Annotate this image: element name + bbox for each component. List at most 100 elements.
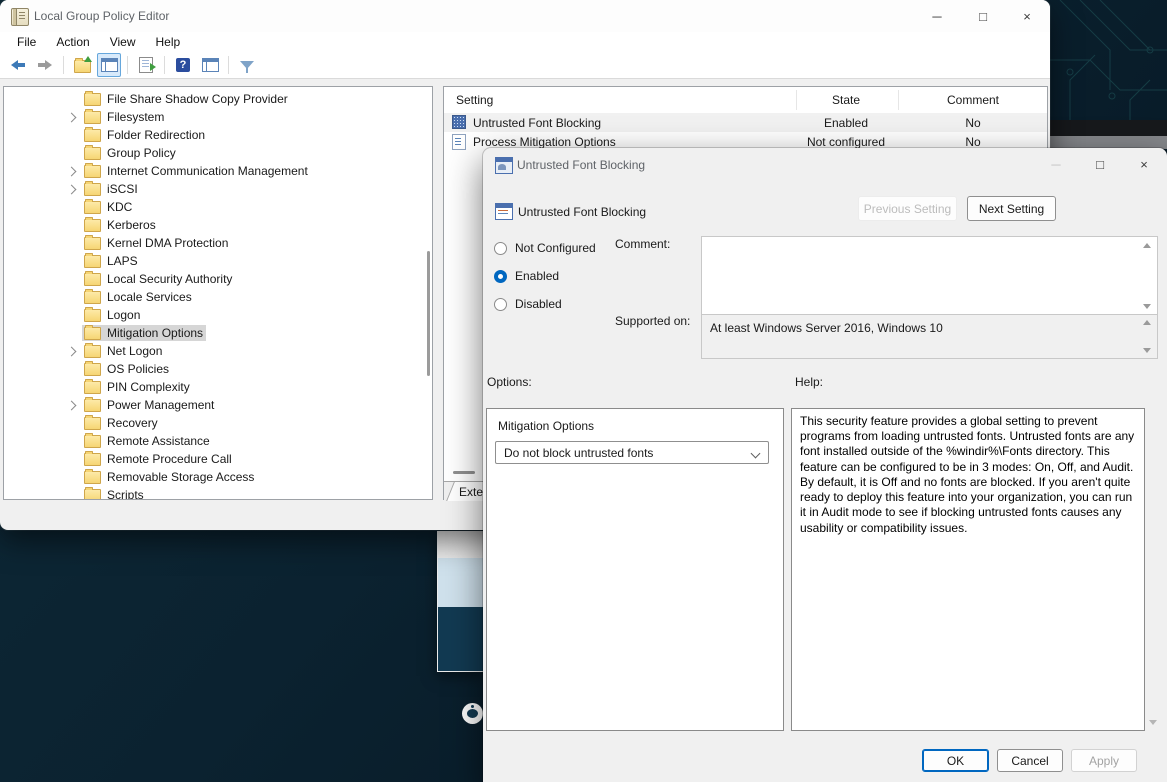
- radio-icon[interactable]: [494, 269, 507, 283]
- radio-icon[interactable]: [494, 297, 507, 311]
- radio-enabled[interactable]: Enabled: [494, 269, 559, 283]
- export-list-icon[interactable]: [134, 53, 158, 77]
- menu-action[interactable]: Action: [47, 33, 98, 51]
- list-doc-icon: [452, 134, 466, 150]
- close-button[interactable]: ×: [1004, 0, 1050, 32]
- dialog-close-button[interactable]: ×: [1122, 148, 1166, 181]
- maximize-button[interactable]: □: [960, 0, 1006, 32]
- supported-scroll-down-icon[interactable]: [1143, 348, 1151, 353]
- column-state[interactable]: State: [796, 93, 896, 107]
- settings-row-untrusted-font-blocking[interactable]: Untrusted Font Blocking Enabled No: [444, 113, 1047, 132]
- tree-item-mitigation-options[interactable]: Mitigation Options: [4, 324, 432, 342]
- tree-item-remote-assistance[interactable]: Remote Assistance: [4, 432, 432, 450]
- menu-help[interactable]: Help: [147, 33, 190, 51]
- comment-scroll-up-icon[interactable]: [1143, 243, 1151, 248]
- radio-not-configured[interactable]: Not Configured: [494, 241, 596, 255]
- folder-icon: [84, 90, 101, 106]
- folder-icon: [84, 324, 101, 340]
- tree: File Share Shadow Copy Provider Filesyst…: [4, 87, 432, 499]
- tree-item-folder-redirection[interactable]: Folder Redirection: [4, 126, 432, 144]
- tree-item-laps[interactable]: LAPS: [4, 252, 432, 270]
- chevron-right-icon[interactable]: [66, 184, 77, 195]
- help-panel: This security feature provides a global …: [791, 408, 1145, 731]
- tree-item-file-share-shadow-copy-provider[interactable]: File Share Shadow Copy Provider: [4, 90, 432, 108]
- tree-scrollbar-thumb[interactable]: [427, 251, 430, 376]
- folder-icon: [84, 486, 101, 499]
- next-setting-button[interactable]: Next Setting: [967, 196, 1056, 221]
- supported-scroll-up-icon[interactable]: [1143, 320, 1151, 325]
- tree-item-iscsi[interactable]: iSCSI: [4, 180, 432, 198]
- tree-item-local-security-authority[interactable]: Local Security Authority: [4, 270, 432, 288]
- chevron-right-icon[interactable]: [66, 112, 77, 123]
- show-console-icon[interactable]: [198, 53, 222, 77]
- chevron-right-icon[interactable]: [66, 166, 77, 177]
- column-setting[interactable]: Setting: [456, 93, 493, 107]
- menu-view[interactable]: View: [101, 33, 145, 51]
- background-window-dark-band: [1050, 120, 1167, 136]
- window-title: Local Group Policy Editor: [34, 9, 170, 23]
- tree-item-remote-procedure-call[interactable]: Remote Procedure Call: [4, 450, 432, 468]
- back-icon[interactable]: [6, 53, 30, 77]
- tree-item-net-logon[interactable]: Net Logon: [4, 342, 432, 360]
- supported-on-textarea: At least Windows Server 2016, Windows 10: [701, 314, 1158, 359]
- help-scroll-down-icon[interactable]: [1149, 720, 1157, 725]
- tree-item-pin-complexity[interactable]: PIN Complexity: [4, 378, 432, 396]
- comment-scroll-down-icon[interactable]: [1143, 304, 1151, 309]
- radio-icon[interactable]: [494, 241, 507, 255]
- folder-icon: [84, 432, 101, 448]
- comment-label: Comment:: [615, 237, 671, 251]
- column-comment[interactable]: Comment: [898, 93, 1048, 107]
- radio-disabled[interactable]: Disabled: [494, 297, 562, 311]
- forward-icon[interactable]: [33, 53, 57, 77]
- mitigation-options-dropdown[interactable]: Do not block untrusted fonts: [495, 441, 769, 464]
- chevron-right-icon[interactable]: [66, 346, 77, 357]
- tree-item-group-policy[interactable]: Group Policy: [4, 144, 432, 162]
- background-browser-window[interactable]: [437, 531, 485, 724]
- menu-file[interactable]: File: [8, 33, 45, 51]
- previous-setting-button[interactable]: Previous Setting: [858, 196, 957, 221]
- folder-icon: [84, 180, 101, 196]
- horizontal-scrollbar-thumb[interactable]: [453, 471, 475, 474]
- help-icon[interactable]: ?: [171, 53, 195, 77]
- minimize-button[interactable]: ─: [914, 0, 960, 32]
- folder-icon: [84, 468, 101, 484]
- apply-button[interactable]: Apply: [1071, 749, 1137, 772]
- tree-item-locale-services[interactable]: Locale Services: [4, 288, 432, 306]
- tree-item-filesystem[interactable]: Filesystem: [4, 108, 432, 126]
- up-one-level-icon[interactable]: [70, 53, 94, 77]
- desktop: Local Group Policy Editor ─ □ × File Act…: [0, 0, 1167, 782]
- dialog-maximize-button[interactable]: □: [1078, 148, 1122, 181]
- tree-item-recovery[interactable]: Recovery: [4, 414, 432, 432]
- list-header: Setting State Comment: [444, 87, 1047, 114]
- dialog-minimize-button[interactable]: ─: [1034, 148, 1078, 181]
- tree-item-scripts[interactable]: Scripts: [4, 486, 432, 499]
- console-tree-panel: File Share Shadow Copy Provider Filesyst…: [3, 86, 433, 500]
- tree-item-os-policies[interactable]: OS Policies: [4, 360, 432, 378]
- folder-icon: [84, 108, 101, 124]
- options-panel: Mitigation Options Do not block untruste…: [486, 408, 784, 731]
- ok-button[interactable]: OK: [922, 749, 989, 772]
- filter-icon[interactable]: [235, 53, 259, 77]
- folder-icon: [84, 396, 101, 412]
- folder-icon: [84, 450, 101, 466]
- title-bar[interactable]: Local Group Policy Editor ─ □ ×: [0, 0, 1050, 32]
- tree-item-removable-storage-access[interactable]: Removable Storage Access: [4, 468, 432, 486]
- comment-textarea[interactable]: [701, 236, 1158, 316]
- background-window-body: [438, 607, 485, 724]
- chevron-right-icon[interactable]: [66, 400, 77, 411]
- folder-icon: [84, 342, 101, 358]
- supported-on-label: Supported on:: [615, 314, 691, 328]
- tree-item-logon[interactable]: Logon: [4, 306, 432, 324]
- dialog-title-bar[interactable]: Untrusted Font Blocking ─ □ ×: [483, 148, 1167, 181]
- tree-item-power-management[interactable]: Power Management: [4, 396, 432, 414]
- desktop-wallpaper-pattern: [1050, 0, 1167, 126]
- tree-item-kerberos[interactable]: Kerberos: [4, 216, 432, 234]
- folder-icon: [84, 144, 101, 160]
- tree-item-kdc[interactable]: KDC: [4, 198, 432, 216]
- cancel-button[interactable]: Cancel: [997, 749, 1063, 772]
- folder-icon: [84, 414, 101, 430]
- tree-item-kernel-dma-protection[interactable]: Kernel DMA Protection: [4, 234, 432, 252]
- tree-item-internet-communication-management[interactable]: Internet Communication Management: [4, 162, 432, 180]
- folder-icon: [84, 216, 101, 232]
- console-tree-icon[interactable]: [97, 53, 121, 77]
